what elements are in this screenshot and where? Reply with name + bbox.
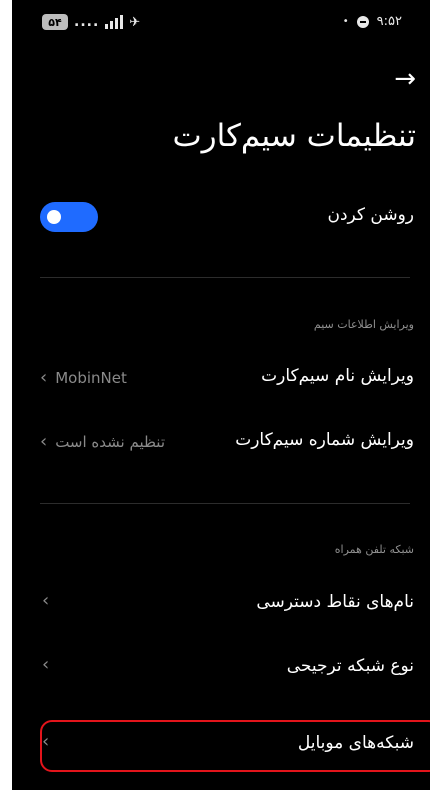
divider [40, 503, 410, 504]
access-point-names-label: نام‌های نقاط دسترسی [256, 592, 414, 612]
sim-enable-toggle[interactable] [40, 202, 98, 232]
status-right: • ۹:۵۲ [343, 14, 402, 29]
section-title-mobile-network: شبکه تلفن همراه [334, 543, 414, 556]
status-bar: ۵۴ .... ✈ • ۹:۵۲ [12, 0, 430, 46]
sim-number-text: تنظیم نشده است [55, 432, 166, 451]
notification-dots: .... [74, 14, 100, 30]
chevron-left-icon: ‹ [42, 590, 50, 611]
chevron-left-icon: ‹ [40, 367, 48, 388]
status-time: ۹:۵۲ [376, 14, 402, 29]
sim-enable-label: روشن کردن [327, 205, 414, 225]
status-left: ۵۴ .... ✈ [42, 14, 140, 30]
chevron-left-icon: ‹ [40, 431, 48, 452]
arrow-right-icon[interactable]: → [394, 64, 416, 94]
preferred-network-type-label: نوع شبکه ترجیحی [286, 656, 414, 676]
wifi-off-icon: ✈ [129, 14, 141, 30]
section-title-sim-info: ویرایش اطلاعات سیم [313, 318, 414, 331]
do-not-disturb-icon [356, 15, 369, 28]
sim-settings-screen: ۵۴ .... ✈ • ۹:۵۲ → تنظیمات سیم‌کارت روشن… [12, 0, 430, 790]
dot-icon: • [342, 16, 349, 27]
edit-sim-number-label: ویرایش شماره سیم‌کارت [235, 430, 414, 450]
chevron-left-icon: ‹ [42, 731, 50, 752]
battery-icon: ۵۴ [42, 14, 68, 30]
page-title: تنظیمات سیم‌کارت [172, 118, 417, 154]
divider [40, 277, 410, 278]
signal-icon [105, 15, 124, 29]
chevron-left-icon: ‹ [42, 654, 50, 675]
mobile-networks-label: شبکه‌های موبایل [297, 733, 414, 753]
sim-number-value: ‹ تنظیم نشده است [40, 431, 165, 452]
edit-sim-name-label: ویرایش نام سیم‌کارت [261, 366, 414, 386]
toggle-knob [47, 210, 61, 224]
sim-name-text: MobinNet [55, 368, 127, 387]
sim-name-value: ‹ MobinNet [40, 367, 127, 388]
